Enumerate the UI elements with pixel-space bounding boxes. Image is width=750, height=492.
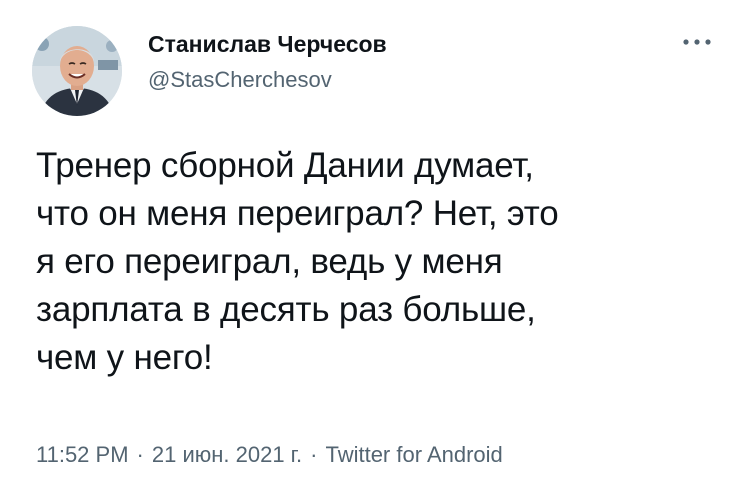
more-options-button[interactable] [676, 28, 718, 56]
tweet-card: Станислав Черчесов @StasCherchesov Трене… [0, 0, 750, 492]
author-display-name[interactable]: Станислав Черчесов [148, 30, 387, 58]
more-horizontal-icon [683, 39, 711, 45]
meta-separator: · [310, 442, 318, 467]
meta-separator: · [136, 442, 144, 467]
author-block[interactable]: Станислав Черчесов @StasCherchesov [148, 30, 387, 94]
author-handle[interactable]: @StasCherchesov [148, 66, 387, 94]
tweet-meta: 11:52 PM · 21 июн. 2021 г. · Twitter for And… [36, 440, 503, 470]
avatar[interactable] [32, 26, 122, 116]
tweet-text: Тренер сборной Дании думает, что он меня… [36, 146, 559, 377]
tweet-date[interactable]: 21 июн. 2021 г. [152, 442, 302, 467]
person-avatar-icon [32, 26, 122, 116]
tweet-source-link[interactable]: Twitter for Android [325, 442, 502, 467]
tweet-time[interactable]: 11:52 PM [36, 442, 129, 467]
